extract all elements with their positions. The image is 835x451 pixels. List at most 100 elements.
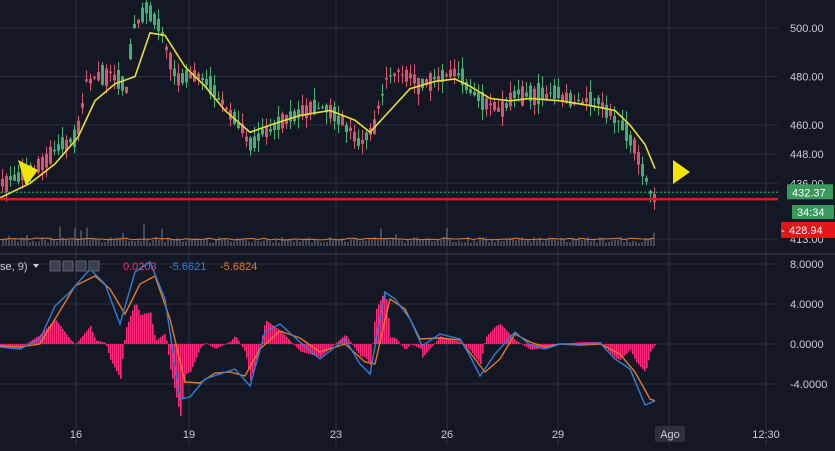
candle-up[interactable] xyxy=(597,97,600,105)
candle-up[interactable] xyxy=(149,5,152,22)
candle-down[interactable] xyxy=(585,98,588,103)
candle-up[interactable] xyxy=(421,78,424,88)
candle-down[interactable] xyxy=(609,110,612,116)
candle-up[interactable] xyxy=(589,92,592,106)
candle-down[interactable] xyxy=(169,53,172,70)
settings-icon[interactable] xyxy=(62,260,74,272)
candle-up[interactable] xyxy=(17,172,20,182)
candle-up[interactable] xyxy=(117,69,120,89)
candle-up[interactable] xyxy=(557,86,560,98)
candle-up[interactable] xyxy=(549,92,552,94)
candle-up[interactable] xyxy=(205,78,208,86)
candle-down[interactable] xyxy=(509,92,512,107)
candle-down[interactable] xyxy=(377,105,380,109)
candle-up[interactable] xyxy=(389,75,392,77)
candle-up[interactable] xyxy=(537,83,540,105)
candle-up[interactable] xyxy=(181,73,184,84)
candle-up[interactable] xyxy=(593,98,596,100)
candle-down[interactable] xyxy=(177,73,180,86)
close-icon[interactable] xyxy=(88,260,100,272)
candle-up[interactable] xyxy=(477,92,480,101)
candle-down[interactable] xyxy=(361,139,364,144)
candle-down[interactable] xyxy=(565,92,568,102)
candle-down[interactable] xyxy=(353,131,356,142)
candle-down[interactable] xyxy=(341,115,344,126)
candle-down[interactable] xyxy=(521,86,524,106)
candle-up[interactable] xyxy=(73,129,76,147)
candle-down[interactable] xyxy=(81,103,84,108)
trading-chart[interactable]: 500.00480.00460.00448.00436.00413.008.00… xyxy=(0,0,835,446)
candle-up[interactable] xyxy=(333,106,336,122)
candle-up[interactable] xyxy=(629,134,632,146)
candle-up[interactable] xyxy=(141,7,144,22)
candle-down[interactable] xyxy=(385,78,388,80)
candle-down[interactable] xyxy=(445,74,448,77)
candle-up[interactable] xyxy=(53,149,56,152)
candle-up[interactable] xyxy=(61,137,64,150)
candle-down[interactable] xyxy=(93,77,96,79)
candle-up[interactable] xyxy=(253,136,256,149)
candle-up[interactable] xyxy=(101,64,104,85)
candle-down[interactable] xyxy=(113,74,116,81)
candle-down[interactable] xyxy=(497,107,500,112)
candle-down[interactable] xyxy=(1,178,4,187)
candle-up[interactable] xyxy=(641,164,644,177)
candle-up[interactable] xyxy=(541,87,544,100)
indicator-label[interactable]: se, 9) xyxy=(0,261,28,273)
candle-up[interactable] xyxy=(69,138,72,143)
candle-down[interactable] xyxy=(489,103,492,106)
candle-up[interactable] xyxy=(157,18,160,32)
candle-up[interactable] xyxy=(381,94,384,96)
candle-up[interactable] xyxy=(625,122,628,141)
candle-up[interactable] xyxy=(133,23,136,29)
candle-up[interactable] xyxy=(605,104,608,118)
candle-up[interactable] xyxy=(289,111,292,122)
candle-down[interactable] xyxy=(413,74,416,84)
candle-down[interactable] xyxy=(501,101,504,117)
candle-up[interactable] xyxy=(153,13,156,25)
candle-up[interactable] xyxy=(345,124,348,133)
candle-down[interactable] xyxy=(453,68,456,77)
candle-up[interactable] xyxy=(201,78,204,80)
candle-down[interactable] xyxy=(45,153,48,168)
candle-down[interactable] xyxy=(349,127,352,132)
candle-up[interactable] xyxy=(517,89,520,95)
candle-up[interactable] xyxy=(257,133,260,141)
candle-down[interactable] xyxy=(165,46,168,51)
candle-down[interactable] xyxy=(265,126,268,138)
candle-up[interactable] xyxy=(357,137,360,146)
candle-down[interactable] xyxy=(397,70,400,72)
candle-down[interactable] xyxy=(485,98,488,110)
candle-up[interactable] xyxy=(129,44,132,60)
candle-up[interactable] xyxy=(173,68,176,76)
add-icon[interactable] xyxy=(75,260,87,272)
candle-down[interactable] xyxy=(633,139,636,154)
candle-down[interactable] xyxy=(305,105,308,119)
candle-down[interactable] xyxy=(97,72,100,81)
candle-up[interactable] xyxy=(513,90,516,99)
candle-down[interactable] xyxy=(49,146,52,164)
candle-up[interactable] xyxy=(337,115,340,125)
candle-up[interactable] xyxy=(469,88,472,94)
candle-up[interactable] xyxy=(645,178,648,182)
candle-down[interactable] xyxy=(533,88,536,105)
chart-canvas[interactable]: 500.00480.00460.00448.00436.00413.008.00… xyxy=(0,0,835,446)
candle-down[interactable] xyxy=(225,107,228,110)
candle-down[interactable] xyxy=(109,71,112,74)
candle-up[interactable] xyxy=(313,99,316,115)
eye-icon[interactable] xyxy=(49,260,61,272)
candle-down[interactable] xyxy=(221,99,224,105)
candle-up[interactable] xyxy=(249,137,252,151)
candle-up[interactable] xyxy=(217,98,220,101)
candle-down[interactable] xyxy=(405,69,408,82)
candle-up[interactable] xyxy=(185,70,188,83)
candle-down[interactable] xyxy=(449,69,452,78)
candle-down[interactable] xyxy=(637,152,640,165)
candle-down[interactable] xyxy=(105,68,108,87)
candle-up[interactable] xyxy=(269,129,272,132)
chevron-down-icon[interactable] xyxy=(33,264,39,268)
candle-down[interactable] xyxy=(245,136,248,142)
candle-down[interactable] xyxy=(409,73,412,79)
candle-up[interactable] xyxy=(577,99,580,102)
candle-down[interactable] xyxy=(493,101,496,111)
